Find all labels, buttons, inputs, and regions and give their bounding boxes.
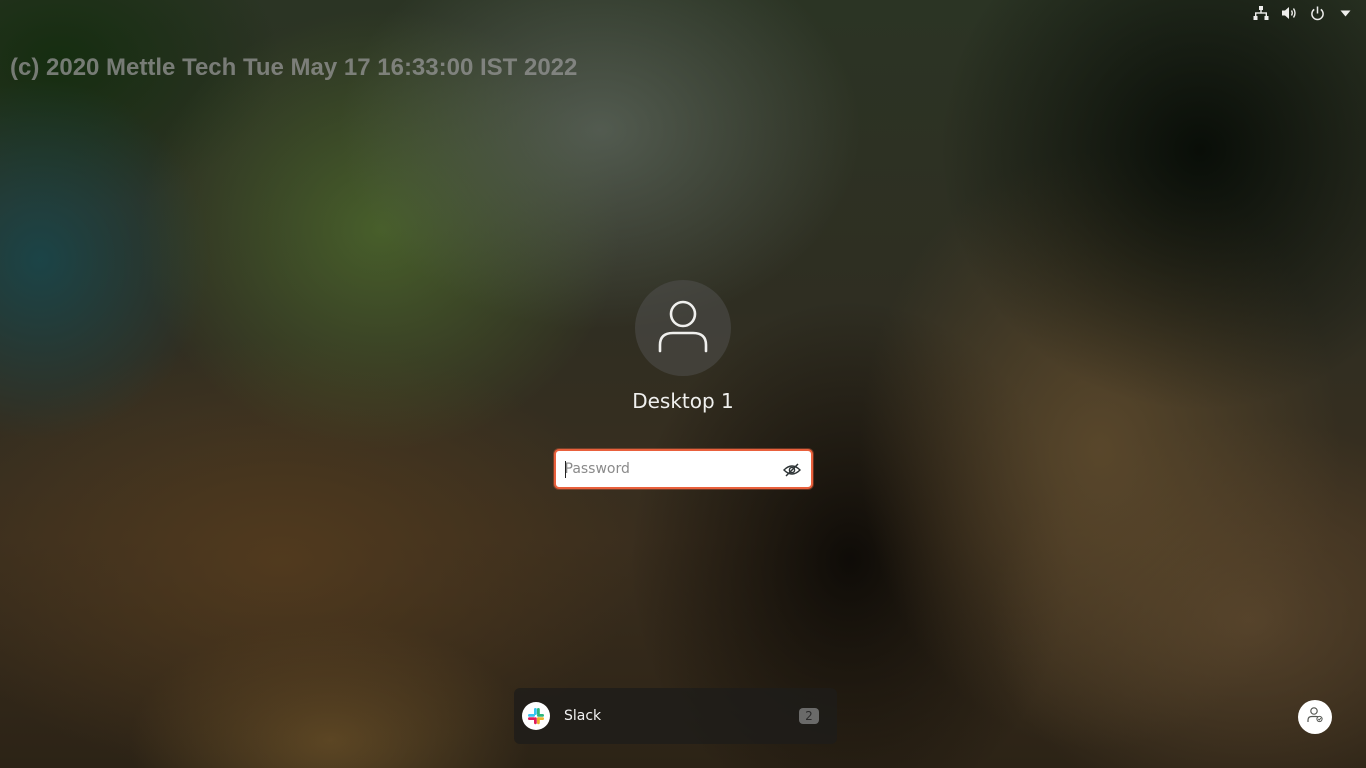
login-panel: Desktop 1 [0,280,1366,489]
chevron-down-icon[interactable] [1336,4,1354,22]
notification-app-name: Slack [564,708,602,724]
top-status-bar[interactable] [1252,4,1354,22]
notification-count-badge: 2 [799,708,819,724]
network-icon[interactable] [1252,4,1270,22]
notification-slack[interactable]: Slack 2 [514,688,837,744]
user-avatar [635,280,731,376]
password-input[interactable] [555,451,766,487]
volume-icon[interactable] [1280,4,1298,22]
user-icon [657,299,709,357]
watermark-text: (c) 2020 Mettle Tech Tue May 17 16:33:00… [10,54,578,81]
accessibility-button[interactable] [1298,700,1332,734]
eye-hidden-icon[interactable] [782,461,801,479]
accessibility-icon [1306,706,1324,728]
slack-icon [522,702,550,730]
username-label: Desktop 1 [632,389,734,413]
power-icon[interactable] [1308,4,1326,22]
text-cursor [564,461,566,478]
password-field[interactable] [553,449,813,489]
